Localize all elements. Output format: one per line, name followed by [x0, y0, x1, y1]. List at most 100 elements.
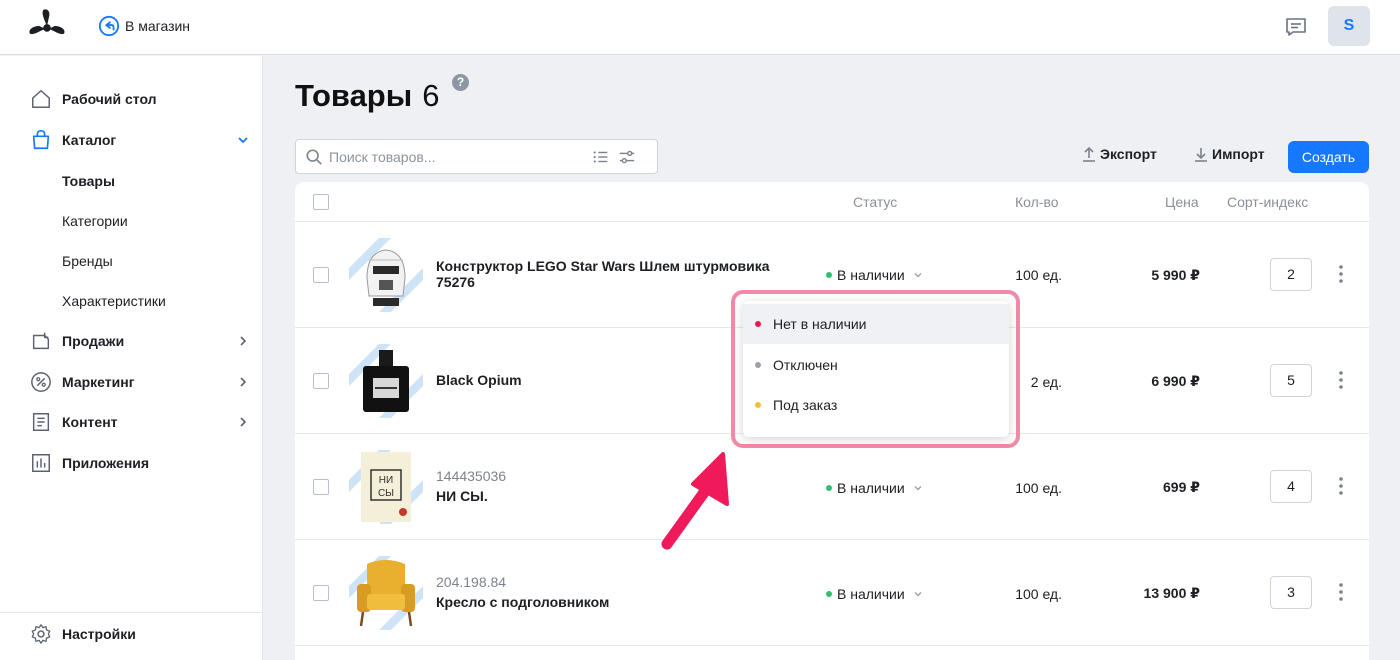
- product-name-line: Конструктор LEGO Star Wars Шлем штурмови…: [436, 258, 770, 274]
- sidebar-item-apps[interactable]: Приложения: [30, 451, 255, 475]
- search-icon: [306, 148, 322, 165]
- user-avatar[interactable]: S: [1328, 6, 1370, 46]
- sidebar-sub-attributes[interactable]: Характеристики: [62, 293, 166, 309]
- sidebar-sub-products[interactable]: Товары: [62, 173, 115, 189]
- upload-icon: [1083, 146, 1095, 162]
- store-link-label: В магазин: [125, 18, 191, 34]
- table-row[interactable]: 204.198.84 Кресло с подголовником В нали…: [295, 540, 1369, 646]
- sort-index-input[interactable]: 4: [1270, 470, 1312, 503]
- chevron-right-icon: [240, 336, 247, 346]
- create-button[interactable]: Создать: [1288, 141, 1369, 173]
- row-checkbox[interactable]: [313, 479, 329, 495]
- sidebar-item-label: Приложения: [62, 455, 150, 471]
- status-option-label: Нет в наличии: [773, 316, 867, 332]
- more-actions-icon[interactable]: [1333, 370, 1349, 390]
- status-select[interactable]: В наличии: [826, 267, 923, 283]
- list-view-icon[interactable]: [592, 148, 610, 166]
- product-count: 6: [422, 78, 440, 113]
- status-dot: [826, 591, 832, 597]
- chevron-down-icon: [238, 137, 248, 144]
- home-icon: [32, 90, 50, 108]
- export-button[interactable]: Экспорт: [1082, 146, 1157, 162]
- pointer-arrow-icon: [661, 452, 729, 550]
- sidebar-item-marketing[interactable]: Маркетинг: [30, 370, 255, 394]
- search-input[interactable]: [329, 148, 584, 165]
- sidebar-divider: [0, 612, 262, 613]
- sidebar-item-label: Продажи: [62, 333, 125, 349]
- logo-icon[interactable]: [28, 8, 66, 46]
- status-dot-gray: [755, 362, 761, 368]
- product-image-perfume[interactable]: [349, 344, 423, 418]
- top-bar: В магазин S: [0, 0, 1400, 55]
- product-price: 5 990 ₽: [1151, 267, 1200, 283]
- product-image-lego-helmet[interactable]: [349, 238, 423, 312]
- column-status[interactable]: Статус: [853, 194, 897, 210]
- sort-index-input[interactable]: 3: [1270, 576, 1312, 609]
- sidebar-sub-brands[interactable]: Бренды: [62, 253, 113, 269]
- product-name[interactable]: Конструктор LEGO Star Wars Шлем штурмови…: [436, 258, 776, 290]
- apps-icon: [32, 454, 50, 472]
- select-all-checkbox[interactable]: [313, 194, 329, 210]
- filter-sliders-icon[interactable]: [618, 148, 636, 166]
- import-label: Импорт: [1212, 146, 1265, 162]
- sidebar-item-label: Маркетинг: [62, 374, 135, 390]
- page-title: Товары 6: [295, 78, 439, 114]
- more-actions-icon[interactable]: [1333, 582, 1349, 602]
- sidebar-item-label: Каталог: [62, 132, 117, 148]
- status-select[interactable]: В наличии: [826, 480, 923, 496]
- status-select[interactable]: В наличии: [826, 586, 923, 602]
- help-icon[interactable]: ?: [452, 74, 469, 91]
- sidebar-item-dashboard[interactable]: Рабочий стол: [30, 87, 255, 111]
- sidebar-item-label: Контент: [62, 414, 118, 430]
- chat-icon[interactable]: [1284, 15, 1308, 39]
- product-image-book[interactable]: НИ СЫ: [349, 450, 423, 524]
- chevron-right-icon: [240, 417, 247, 427]
- product-qty: 100 ед.: [1015, 267, 1062, 283]
- table-header: Статус Кол-во Цена Сорт-индекс: [295, 182, 1369, 222]
- status-dot: [826, 272, 832, 278]
- sidebar-item-content[interactable]: Контент: [30, 410, 255, 434]
- column-sort-index[interactable]: Сорт-индекс: [1227, 194, 1308, 210]
- gear-icon: [31, 624, 51, 644]
- document-icon: [32, 413, 50, 431]
- sidebar-item-label: Рабочий стол: [62, 91, 157, 107]
- row-checkbox[interactable]: [313, 373, 329, 389]
- sidebar-sub-categories[interactable]: Категории: [62, 213, 128, 229]
- sidebar-item-settings[interactable]: Настройки: [30, 622, 255, 646]
- product-name-line: Black Opium: [436, 372, 522, 388]
- column-price[interactable]: Цена: [1165, 194, 1199, 210]
- more-actions-icon[interactable]: [1333, 476, 1349, 496]
- column-qty[interactable]: Кол-во: [1015, 194, 1059, 210]
- row-checkbox[interactable]: [313, 267, 329, 283]
- row-checkbox[interactable]: [313, 585, 329, 601]
- sidebar-item-catalog[interactable]: Каталог: [30, 128, 255, 152]
- status-label: В наличии: [837, 267, 905, 283]
- status-option-disabled[interactable]: Отключен: [743, 345, 1009, 385]
- status-dot-yellow: [755, 402, 761, 408]
- product-name[interactable]: Кресло с подголовником: [436, 594, 776, 610]
- product-image-armchair[interactable]: [349, 556, 423, 630]
- sales-icon: [32, 332, 50, 350]
- status-option-preorder[interactable]: Под заказ: [743, 385, 1009, 425]
- product-qty: 2 ед.: [1030, 374, 1062, 390]
- more-actions-icon[interactable]: [1333, 264, 1349, 284]
- table-row[interactable]: НИ СЫ 144435036 НИ СЫ. В наличии 100 ед.…: [295, 434, 1369, 540]
- back-to-store-link[interactable]: В магазин: [98, 15, 190, 37]
- export-label: Экспорт: [1100, 146, 1157, 162]
- status-option-label: Отключен: [773, 357, 838, 373]
- status-dropdown-menu: Нет в наличии Отключен Под заказ: [743, 301, 1009, 437]
- chevron-down-icon: [914, 592, 922, 597]
- svg-text:НИ: НИ: [379, 475, 393, 486]
- sort-index-input[interactable]: 5: [1270, 364, 1312, 397]
- download-icon: [1195, 148, 1207, 162]
- sidebar-item-sales[interactable]: Продажи: [30, 329, 255, 353]
- product-qty: 100 ед.: [1015, 480, 1062, 496]
- product-qty: 100 ед.: [1015, 586, 1062, 602]
- search-box: [295, 139, 658, 174]
- product-name[interactable]: Black Opium: [436, 372, 776, 388]
- status-option-out-of-stock[interactable]: Нет в наличии: [743, 304, 1009, 344]
- sort-index-input[interactable]: 2: [1270, 258, 1312, 291]
- import-button[interactable]: Импорт: [1194, 146, 1265, 162]
- status-option-label: Под заказ: [773, 397, 838, 413]
- sidebar: Рабочий стол Каталог Товары Категории Бр…: [0, 56, 263, 660]
